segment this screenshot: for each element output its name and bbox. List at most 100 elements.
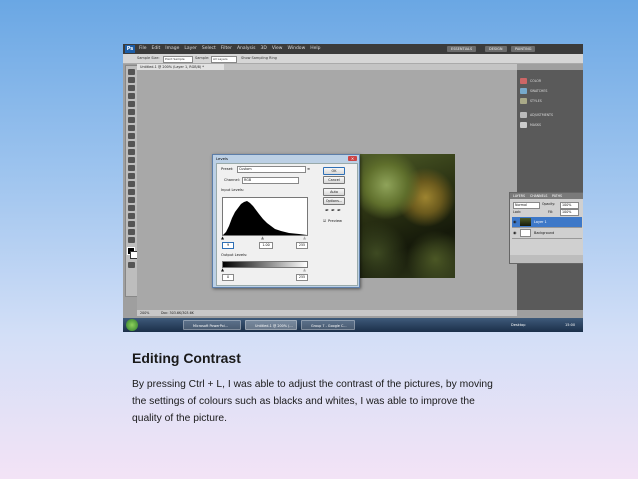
zoom-level[interactable]: 200% bbox=[140, 310, 149, 316]
output-white-field[interactable]: 255 bbox=[296, 274, 308, 281]
document-size: Doc: 303.6K/303.6K bbox=[161, 311, 194, 315]
preset-options-icon[interactable]: ≡ bbox=[307, 167, 310, 171]
styles-panel-label[interactable]: STYLES bbox=[530, 99, 542, 103]
layer-row-background[interactable]: ◉ Background bbox=[512, 228, 582, 239]
layers-panel-footer bbox=[510, 255, 583, 263]
fill-field[interactable]: 100% bbox=[560, 209, 579, 216]
layer-row-layer-1[interactable]: ◉ Layer 1 bbox=[512, 217, 582, 228]
sample-size-select[interactable]: Point Sample bbox=[163, 56, 193, 63]
dodge-tool-icon[interactable] bbox=[128, 173, 135, 179]
gamma-input-slider[interactable]: ▲ bbox=[261, 235, 264, 240]
histogram bbox=[222, 197, 308, 236]
3d-rotate-tool-icon[interactable] bbox=[128, 213, 135, 219]
white-input-slider[interactable]: ▲ bbox=[303, 235, 306, 240]
masks-panel-label[interactable]: MASKS bbox=[530, 123, 541, 127]
show-sampling-ring-checkbox[interactable]: Show Sampling Ring bbox=[241, 54, 277, 63]
adjustments-panel-icon[interactable] bbox=[520, 112, 527, 118]
adjustments-panel-label[interactable]: ADJUSTMENTS bbox=[530, 113, 553, 117]
layer-thumbnail bbox=[520, 229, 531, 237]
input-black-field[interactable]: 9 bbox=[222, 242, 234, 249]
taskbar-chrome-button[interactable]: Group 7 - Google C... bbox=[301, 320, 355, 330]
path-select-tool-icon[interactable] bbox=[128, 197, 135, 203]
histogram-graph bbox=[223, 201, 307, 235]
marquee-tool-icon[interactable] bbox=[128, 77, 135, 83]
quick-mask-icon[interactable] bbox=[128, 262, 135, 268]
ok-button[interactable]: OK bbox=[323, 167, 345, 175]
menu-select[interactable]: Select bbox=[202, 44, 216, 54]
tab-paths[interactable]: PATHS bbox=[552, 193, 562, 199]
swatches-panel-icon[interactable] bbox=[520, 88, 527, 94]
channel-select[interactable]: RGB bbox=[242, 177, 299, 184]
blend-mode-select[interactable]: Normal bbox=[513, 202, 540, 209]
tab-layers[interactable]: LAYERS bbox=[513, 193, 525, 199]
visibility-eye-icon[interactable]: ◉ bbox=[513, 220, 517, 224]
menu-edit[interactable]: Edit bbox=[152, 44, 161, 54]
type-tool-icon[interactable] bbox=[128, 189, 135, 195]
cancel-button[interactable]: Cancel bbox=[323, 176, 345, 184]
healing-tool-icon[interactable] bbox=[128, 117, 135, 123]
black-eyedropper-icon[interactable]: ✒ bbox=[325, 208, 329, 214]
preview-checkbox-icon[interactable]: ☑ bbox=[323, 219, 326, 223]
history-brush-tool-icon[interactable] bbox=[128, 141, 135, 147]
sample-select[interactable]: All Layers bbox=[211, 56, 237, 63]
menu-file[interactable]: File bbox=[139, 44, 147, 54]
white-eyedropper-icon[interactable]: ✒ bbox=[337, 208, 341, 214]
menu-layer[interactable]: Layer bbox=[184, 44, 197, 54]
start-button-icon[interactable] bbox=[126, 319, 138, 331]
close-icon[interactable]: × bbox=[348, 156, 357, 161]
workspace-essentials-button[interactable]: ESSENTIALS bbox=[447, 46, 477, 52]
crop-tool-icon[interactable] bbox=[128, 101, 135, 107]
menu-window[interactable]: Window bbox=[288, 44, 306, 54]
styles-panel-icon[interactable] bbox=[520, 98, 527, 104]
taskbar-photoshop-button[interactable]: Untitled-1 @ 200% (... bbox=[245, 320, 297, 330]
color-panel-icon[interactable] bbox=[520, 78, 527, 84]
taskbar-powerpoint-button[interactable]: Microsoft PowerPoi... bbox=[183, 320, 241, 330]
workspace-painting-button[interactable]: PAINTING bbox=[511, 46, 536, 52]
pen-tool-icon[interactable] bbox=[128, 181, 135, 187]
hand-tool-icon[interactable] bbox=[128, 229, 135, 235]
options-button[interactable]: Options... bbox=[323, 197, 345, 205]
sample-size-label: Sample Size: bbox=[137, 56, 160, 60]
3d-camera-tool-icon[interactable] bbox=[128, 221, 135, 227]
white-output-slider[interactable]: ▲ bbox=[303, 267, 306, 272]
tab-channels[interactable]: CHANNELS bbox=[530, 193, 547, 199]
gradient-tool-icon[interactable] bbox=[128, 157, 135, 163]
options-bar: Sample Size: Point Sample Sample: All La… bbox=[123, 54, 583, 64]
color-panel-label[interactable]: COLOR bbox=[530, 79, 541, 83]
black-output-slider[interactable]: ▲ bbox=[221, 267, 224, 272]
zoom-tool-icon[interactable] bbox=[128, 237, 135, 243]
clone-stamp-tool-icon[interactable] bbox=[128, 133, 135, 139]
desktop-toolbar-label[interactable]: Desktop bbox=[511, 318, 525, 332]
levels-dialog-body: Preset: Custom ≡ Channel: RGB Input Leve… bbox=[216, 163, 358, 286]
visibility-eye-icon[interactable]: ◉ bbox=[513, 231, 517, 235]
eraser-tool-icon[interactable] bbox=[128, 149, 135, 155]
quick-select-tool-icon[interactable] bbox=[128, 93, 135, 99]
menu-image[interactable]: Image bbox=[165, 44, 179, 54]
layers-panel-tabs: LAYERS CHANNELS PATHS bbox=[510, 193, 583, 199]
canvas-area[interactable]: Levels × Preset: Custom ≡ Channel: RGB I… bbox=[137, 70, 517, 310]
input-gamma-field[interactable]: 1.00 bbox=[259, 242, 273, 249]
input-white-field[interactable]: 255 bbox=[296, 242, 308, 249]
gray-eyedropper-icon[interactable]: ✒ bbox=[331, 208, 335, 214]
output-black-field[interactable]: 0 bbox=[222, 274, 234, 281]
menu-view[interactable]: View bbox=[272, 44, 283, 54]
lasso-tool-icon[interactable] bbox=[128, 85, 135, 91]
preset-select[interactable]: Custom bbox=[237, 166, 306, 173]
shape-tool-icon[interactable] bbox=[128, 205, 135, 211]
opacity-field[interactable]: 100% bbox=[560, 202, 579, 209]
layer-name: Layer 1 bbox=[534, 220, 547, 224]
swatches-panel-label[interactable]: SWATCHES bbox=[530, 89, 547, 93]
menu-3d[interactable]: 3D bbox=[260, 44, 266, 54]
black-input-slider[interactable]: ▲ bbox=[221, 235, 224, 240]
photoshop-logo: Ps bbox=[125, 45, 135, 53]
menu-analysis[interactable]: Analysis bbox=[237, 44, 256, 54]
auto-button[interactable]: Auto bbox=[323, 188, 345, 196]
move-tool-icon[interactable] bbox=[128, 69, 135, 75]
brush-tool-icon[interactable] bbox=[128, 125, 135, 131]
masks-panel-icon[interactable] bbox=[520, 122, 527, 128]
menu-filter[interactable]: Filter bbox=[221, 44, 232, 54]
blur-tool-icon[interactable] bbox=[128, 165, 135, 171]
workspace-design-button[interactable]: DESIGN bbox=[485, 46, 507, 52]
menu-help[interactable]: Help bbox=[310, 44, 320, 54]
eyedropper-tool-icon[interactable] bbox=[128, 109, 135, 115]
